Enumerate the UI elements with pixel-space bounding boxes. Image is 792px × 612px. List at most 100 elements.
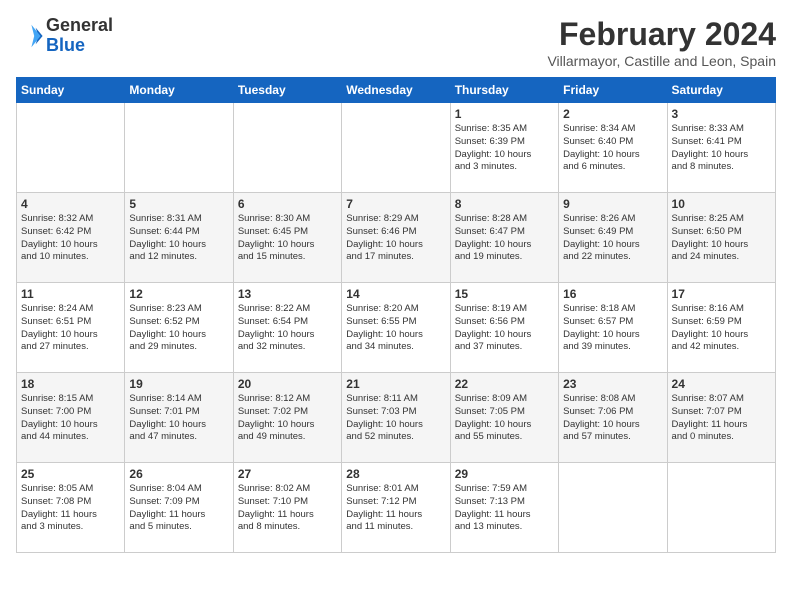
calendar-cell: 29Sunrise: 7:59 AM Sunset: 7:13 PM Dayli… xyxy=(450,463,558,553)
day-content: Sunrise: 8:12 AM Sunset: 7:02 PM Dayligh… xyxy=(238,393,337,444)
calendar-cell: 4Sunrise: 8:32 AM Sunset: 6:42 PM Daylig… xyxy=(17,193,125,283)
calendar-cell: 10Sunrise: 8:25 AM Sunset: 6:50 PM Dayli… xyxy=(667,193,775,283)
day-content: Sunrise: 8:09 AM Sunset: 7:05 PM Dayligh… xyxy=(455,393,554,444)
day-content: Sunrise: 8:34 AM Sunset: 6:40 PM Dayligh… xyxy=(563,123,662,174)
calendar-cell: 28Sunrise: 8:01 AM Sunset: 7:12 PM Dayli… xyxy=(342,463,450,553)
header-day-thursday: Thursday xyxy=(450,78,558,103)
day-number: 9 xyxy=(563,197,662,211)
calendar-cell: 7Sunrise: 8:29 AM Sunset: 6:46 PM Daylig… xyxy=(342,193,450,283)
day-number: 6 xyxy=(238,197,337,211)
header-day-tuesday: Tuesday xyxy=(233,78,341,103)
page-header: General Blue February 2024 Villarmayor, … xyxy=(16,16,776,69)
page-subtitle: Villarmayor, Castille and Leon, Spain xyxy=(547,53,776,69)
day-number: 29 xyxy=(455,467,554,481)
day-number: 23 xyxy=(563,377,662,391)
calendar-cell: 6 Sunrise: 8:30 AM Sunset: 6:45 PM Daylig… xyxy=(233,193,341,283)
day-content: Sunrise: 8:33 AM Sunset: 6:41 PM Dayligh… xyxy=(672,123,771,174)
day-content: Sunrise: 8:35 AM Sunset: 6:39 PM Dayligh… xyxy=(455,123,554,174)
calendar-cell: 5Sunrise: 8:31 AM Sunset: 6:44 PM Daylig… xyxy=(125,193,233,283)
calendar-cell: 1 Sunrise: 8:35 AM Sunset: 6:39 PM Daylig… xyxy=(450,103,558,193)
calendar-cell: 12 Sunrise: 8:23 AM Sunset: 6:52 PM Dayli… xyxy=(125,283,233,373)
day-number: 11 xyxy=(21,287,120,301)
logo-blue-text: Blue xyxy=(46,35,85,55)
day-number: 13 xyxy=(238,287,337,301)
calendar-cell: 3Sunrise: 8:33 AM Sunset: 6:41 PM Daylig… xyxy=(667,103,775,193)
day-number: 1 xyxy=(455,107,554,121)
day-number: 21 xyxy=(346,377,445,391)
day-number: 28 xyxy=(346,467,445,481)
calendar-cell: 15 Sunrise: 8:19 AM Sunset: 6:56 PM Dayli… xyxy=(450,283,558,373)
calendar-cell: 21 Sunrise: 8:11 AM Sunset: 7:03 PM Dayli… xyxy=(342,373,450,463)
calendar-header: SundayMondayTuesdayWednesdayThursdayFrid… xyxy=(17,78,776,103)
day-number: 14 xyxy=(346,287,445,301)
calendar-week-1: 1 Sunrise: 8:35 AM Sunset: 6:39 PM Daylig… xyxy=(17,103,776,193)
calendar-cell xyxy=(233,103,341,193)
logo-general-text: General xyxy=(46,15,113,35)
day-number: 22 xyxy=(455,377,554,391)
day-number: 17 xyxy=(672,287,771,301)
calendar-week-5: 25 Sunrise: 8:05 AM Sunset: 7:08 PM Dayli… xyxy=(17,463,776,553)
day-content: Sunrise: 8:02 AM Sunset: 7:10 PM Dayligh… xyxy=(238,483,337,534)
calendar-body: 1 Sunrise: 8:35 AM Sunset: 6:39 PM Daylig… xyxy=(17,103,776,553)
header-day-wednesday: Wednesday xyxy=(342,78,450,103)
day-number: 7 xyxy=(346,197,445,211)
title-area: February 2024 Villarmayor, Castille and … xyxy=(547,16,776,69)
day-content: Sunrise: 8:18 AM Sunset: 6:57 PM Dayligh… xyxy=(563,303,662,354)
calendar-cell xyxy=(559,463,667,553)
day-content: Sunrise: 8:14 AM Sunset: 7:01 PM Dayligh… xyxy=(129,393,228,444)
calendar-week-2: 4Sunrise: 8:32 AM Sunset: 6:42 PM Daylig… xyxy=(17,193,776,283)
calendar-cell: 24 Sunrise: 8:07 AM Sunset: 7:07 PM Dayli… xyxy=(667,373,775,463)
calendar-week-4: 18Sunrise: 8:15 AM Sunset: 7:00 PM Dayli… xyxy=(17,373,776,463)
day-number: 8 xyxy=(455,197,554,211)
header-day-friday: Friday xyxy=(559,78,667,103)
day-content: Sunrise: 8:30 AM Sunset: 6:45 PM Dayligh… xyxy=(238,213,337,264)
day-content: Sunrise: 8:24 AM Sunset: 6:51 PM Dayligh… xyxy=(21,303,120,354)
day-number: 12 xyxy=(129,287,228,301)
calendar-week-3: 11 Sunrise: 8:24 AM Sunset: 6:51 PM Dayli… xyxy=(17,283,776,373)
day-number: 16 xyxy=(563,287,662,301)
calendar-cell: 26 Sunrise: 8:04 AM Sunset: 7:09 PM Dayli… xyxy=(125,463,233,553)
calendar-cell: 11 Sunrise: 8:24 AM Sunset: 6:51 PM Dayli… xyxy=(17,283,125,373)
day-number: 19 xyxy=(129,377,228,391)
calendar-cell: 22 Sunrise: 8:09 AM Sunset: 7:05 PM Dayli… xyxy=(450,373,558,463)
calendar-cell: 23 Sunrise: 8:08 AM Sunset: 7:06 PM Dayli… xyxy=(559,373,667,463)
day-content: Sunrise: 8:15 AM Sunset: 7:00 PM Dayligh… xyxy=(21,393,120,444)
calendar-cell: 19 Sunrise: 8:14 AM Sunset: 7:01 PM Dayli… xyxy=(125,373,233,463)
page-title: February 2024 xyxy=(547,16,776,53)
day-content: Sunrise: 8:16 AM Sunset: 6:59 PM Dayligh… xyxy=(672,303,771,354)
calendar-cell: 9 Sunrise: 8:26 AM Sunset: 6:49 PM Daylig… xyxy=(559,193,667,283)
day-content: Sunrise: 8:04 AM Sunset: 7:09 PM Dayligh… xyxy=(129,483,228,534)
calendar-cell: 13Sunrise: 8:22 AM Sunset: 6:54 PM Dayli… xyxy=(233,283,341,373)
day-number: 15 xyxy=(455,287,554,301)
day-content: Sunrise: 8:25 AM Sunset: 6:50 PM Dayligh… xyxy=(672,213,771,264)
calendar-cell xyxy=(17,103,125,193)
day-number: 26 xyxy=(129,467,228,481)
logo: General Blue xyxy=(16,16,113,56)
calendar-cell: 2Sunrise: 8:34 AM Sunset: 6:40 PM Daylig… xyxy=(559,103,667,193)
day-number: 25 xyxy=(21,467,120,481)
day-content: Sunrise: 8:19 AM Sunset: 6:56 PM Dayligh… xyxy=(455,303,554,354)
day-content: Sunrise: 8:08 AM Sunset: 7:06 PM Dayligh… xyxy=(563,393,662,444)
day-number: 27 xyxy=(238,467,337,481)
calendar-cell xyxy=(667,463,775,553)
day-content: Sunrise: 8:05 AM Sunset: 7:08 PM Dayligh… xyxy=(21,483,120,534)
day-number: 5 xyxy=(129,197,228,211)
calendar-table: SundayMondayTuesdayWednesdayThursdayFrid… xyxy=(16,77,776,553)
calendar-cell xyxy=(342,103,450,193)
header-row: SundayMondayTuesdayWednesdayThursdayFrid… xyxy=(17,78,776,103)
header-day-sunday: Sunday xyxy=(17,78,125,103)
day-number: 20 xyxy=(238,377,337,391)
day-number: 4 xyxy=(21,197,120,211)
day-content: Sunrise: 8:11 AM Sunset: 7:03 PM Dayligh… xyxy=(346,393,445,444)
logo-icon xyxy=(16,22,44,50)
day-content: Sunrise: 8:07 AM Sunset: 7:07 PM Dayligh… xyxy=(672,393,771,444)
day-number: 24 xyxy=(672,377,771,391)
calendar-cell: 25 Sunrise: 8:05 AM Sunset: 7:08 PM Dayli… xyxy=(17,463,125,553)
day-content: Sunrise: 8:28 AM Sunset: 6:47 PM Dayligh… xyxy=(455,213,554,264)
calendar-cell: 20 Sunrise: 8:12 AM Sunset: 7:02 PM Dayli… xyxy=(233,373,341,463)
day-content: Sunrise: 8:26 AM Sunset: 6:49 PM Dayligh… xyxy=(563,213,662,264)
calendar-cell xyxy=(125,103,233,193)
calendar-cell: 8 Sunrise: 8:28 AM Sunset: 6:47 PM Daylig… xyxy=(450,193,558,283)
calendar-cell: 16 Sunrise: 8:18 AM Sunset: 6:57 PM Dayli… xyxy=(559,283,667,373)
day-content: Sunrise: 8:23 AM Sunset: 6:52 PM Dayligh… xyxy=(129,303,228,354)
